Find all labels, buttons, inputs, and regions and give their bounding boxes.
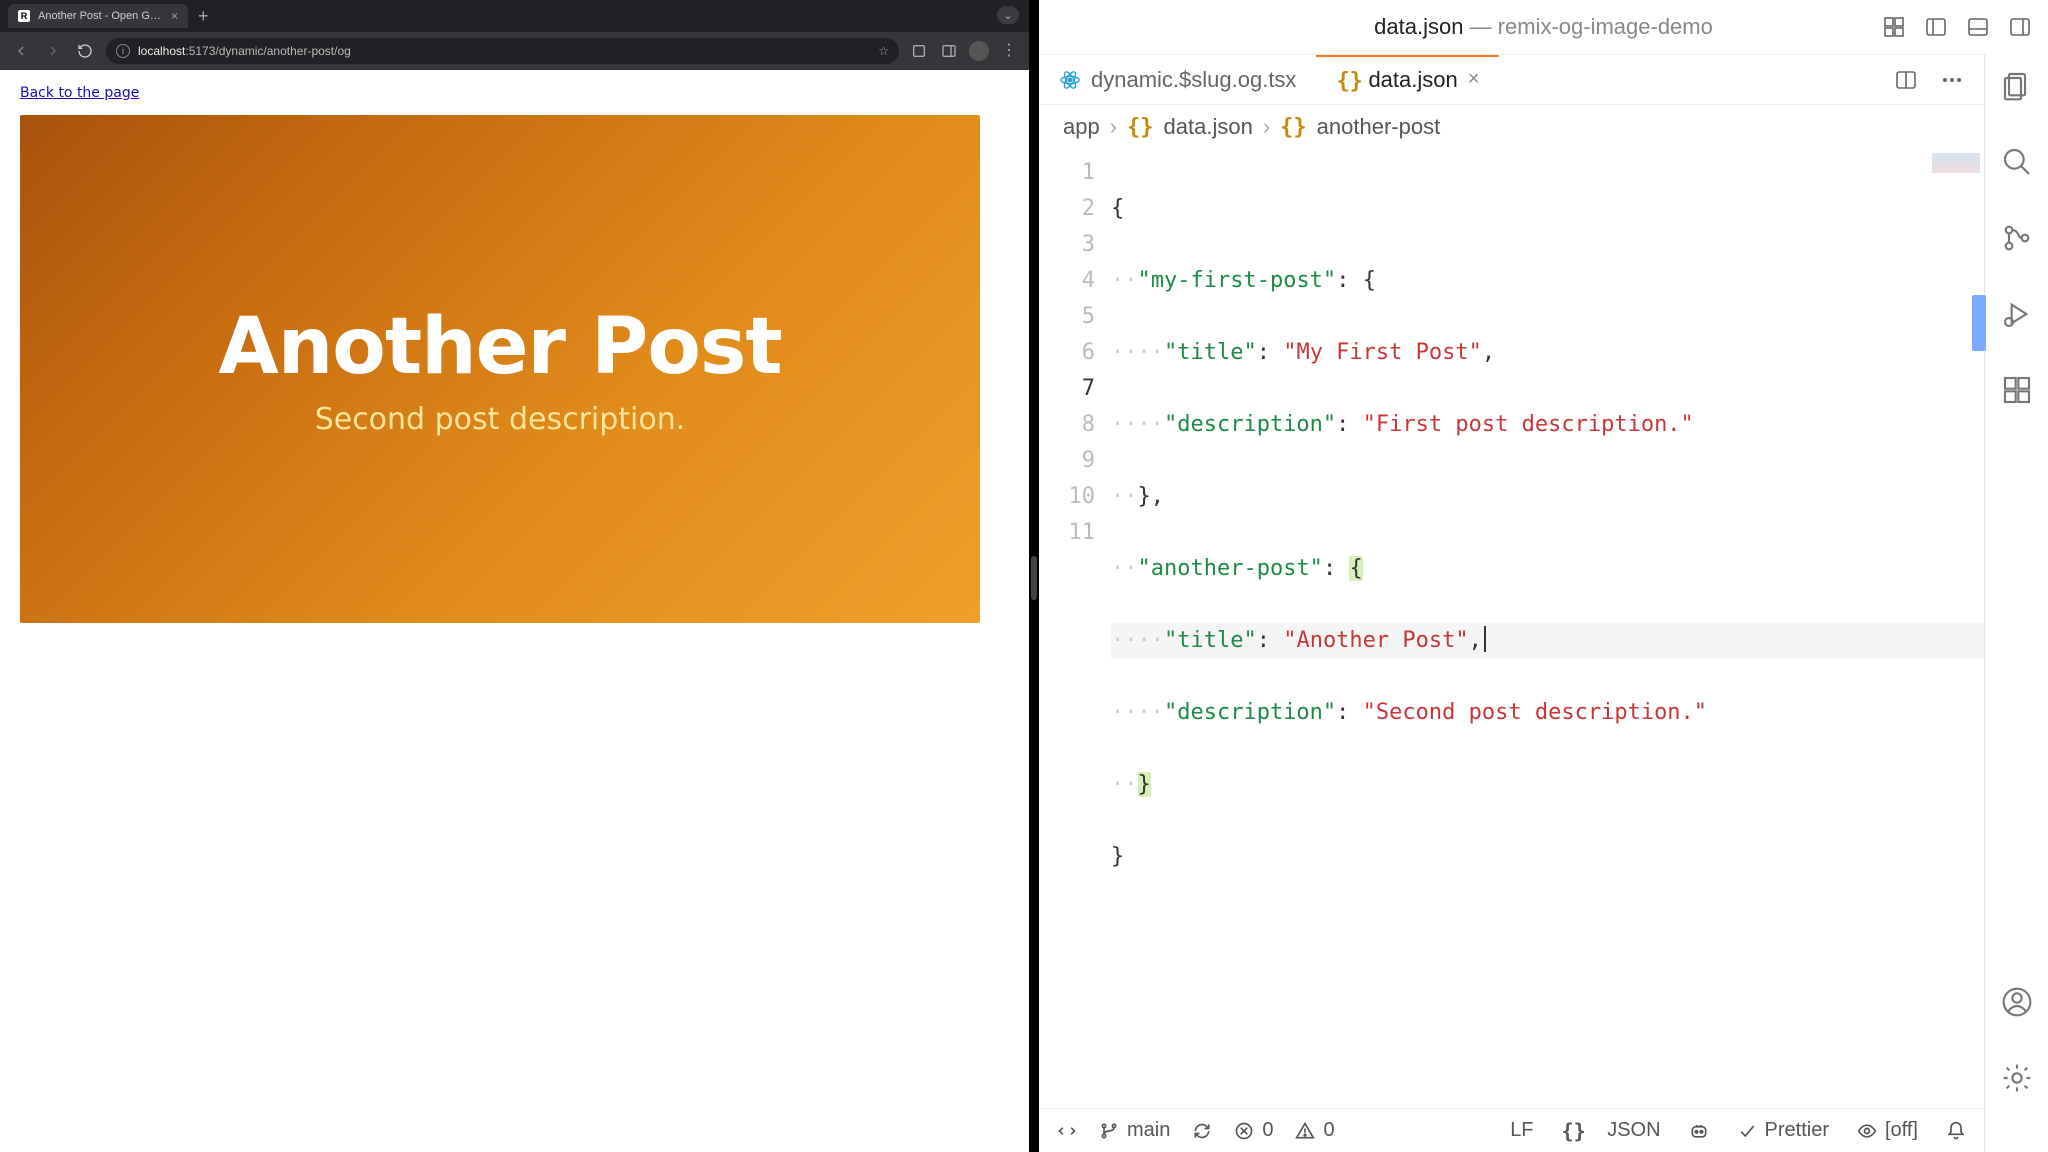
- remote-indicator-icon[interactable]: [1057, 1121, 1077, 1141]
- chevron-right-icon: ›: [1110, 114, 1117, 140]
- site-info-icon[interactable]: i: [116, 44, 130, 58]
- back-button[interactable]: [10, 40, 32, 62]
- screencast-mode[interactable]: [off]: [1857, 1119, 1918, 1142]
- source-control-icon[interactable]: [1999, 220, 2035, 256]
- og-description: Second post description.: [315, 402, 686, 437]
- activity-bar: [1984, 54, 2048, 1152]
- editor-tab-label: data.json: [1368, 67, 1457, 93]
- status-bar: main 0 0 LF {} JSON: [1039, 1108, 1984, 1152]
- url-bar[interactable]: i localhost:5173/dynamic/another-post/og…: [106, 38, 899, 64]
- search-icon[interactable]: [1999, 144, 2035, 180]
- layout-customize-icon[interactable]: [1880, 13, 1908, 41]
- reload-button[interactable]: [74, 40, 96, 62]
- tab-close-icon[interactable]: ×: [171, 9, 178, 23]
- git-sync-icon[interactable]: [1192, 1121, 1212, 1141]
- explorer-icon[interactable]: [1999, 68, 2035, 104]
- og-title: Another Post: [218, 302, 781, 392]
- back-to-page-link[interactable]: Back to the page: [20, 85, 139, 101]
- formatter-prettier[interactable]: Prettier: [1737, 1119, 1829, 1142]
- close-tab-icon[interactable]: ×: [1468, 68, 1480, 91]
- browser-tabbar: R Another Post - Open Graph I… × + ⌄: [0, 0, 1029, 32]
- eol-indicator[interactable]: LF: [1510, 1119, 1533, 1142]
- window-title-file: data.json: [1374, 14, 1463, 40]
- extensions-icon[interactable]: [1999, 372, 2035, 408]
- tabs-dropdown-icon[interactable]: ⌄: [997, 6, 1019, 24]
- code-editor[interactable]: 1 2 3 4 5 6 7 8 9 10 11 { ··"my-first-po…: [1039, 149, 1984, 1108]
- line-number-gutter: 1 2 3 4 5 6 7 8 9 10 11: [1039, 149, 1111, 1108]
- json-node-icon: {}: [1280, 115, 1307, 140]
- url-text: localhost:5173/dynamic/another-post/og: [138, 44, 870, 58]
- page-viewport: Back to the page Another Post Second pos…: [0, 70, 1029, 1152]
- bookmark-star-icon[interactable]: ☆: [878, 44, 889, 58]
- settings-gear-icon[interactable]: [1999, 1060, 2035, 1096]
- copilot-icon[interactable]: [1689, 1121, 1709, 1141]
- accounts-icon[interactable]: [1999, 984, 2035, 1020]
- json-file-icon: {}: [1336, 69, 1358, 91]
- browser-window: R Another Post - Open Graph I… × + ⌄ i l…: [0, 0, 1029, 1152]
- minimap[interactable]: [1928, 149, 1984, 1108]
- code-content[interactable]: { ··"my-first-post": { ····"title": "My …: [1111, 149, 1984, 1108]
- new-tab-button[interactable]: +: [188, 6, 219, 27]
- split-editor-icon[interactable]: [1892, 66, 1920, 94]
- editor-tab-label: dynamic.$slug.og.tsx: [1091, 67, 1296, 93]
- window-title-project: remix-og-image-demo: [1498, 14, 1713, 40]
- editor-area: dynamic.$slug.og.tsx {} data.json × app …: [1039, 54, 1984, 1152]
- divider-handle-icon[interactable]: [1031, 556, 1037, 600]
- extensions-icon[interactable]: [909, 41, 929, 61]
- browser-tab[interactable]: R Another Post - Open Graph I… ×: [8, 4, 188, 28]
- git-branch[interactable]: main: [1099, 1119, 1170, 1142]
- warnings-count[interactable]: 0: [1295, 1119, 1334, 1142]
- editor-tab-dynamic-slug[interactable]: dynamic.$slug.og.tsx: [1039, 55, 1316, 104]
- errors-count[interactable]: 0: [1234, 1119, 1273, 1142]
- tab-favicon: R: [18, 10, 30, 22]
- profile-avatar[interactable]: [969, 41, 989, 61]
- breadcrumb-root[interactable]: app: [1063, 114, 1100, 140]
- run-debug-icon[interactable]: [1999, 296, 2035, 332]
- more-actions-icon[interactable]: [1938, 66, 1966, 94]
- notifications-bell-icon[interactable]: [1946, 1121, 1966, 1141]
- tab-title: Another Post - Open Graph I…: [38, 10, 163, 22]
- toggle-primary-sidebar-icon[interactable]: [1922, 13, 1950, 41]
- editor-tab-data-json[interactable]: {} data.json ×: [1316, 55, 1499, 104]
- breadcrumb-bar[interactable]: app › {} data.json › {} another-post: [1039, 105, 1984, 149]
- split-divider[interactable]: [1029, 0, 1039, 1152]
- breadcrumb-file[interactable]: data.json: [1164, 114, 1253, 140]
- language-mode[interactable]: {} JSON: [1562, 1119, 1661, 1143]
- browser-toolbar: i localhost:5173/dynamic/another-post/og…: [0, 32, 1029, 70]
- overview-ruler-marker[interactable]: [1972, 295, 1986, 351]
- toggle-panel-icon[interactable]: [1964, 13, 1992, 41]
- editor-tabs: dynamic.$slug.og.tsx {} data.json ×: [1039, 55, 1984, 105]
- forward-button[interactable]: [42, 40, 64, 62]
- vscode-titlebar: data.json — remix-og-image-demo: [1039, 0, 2048, 54]
- browser-menu-icon[interactable]: ⋮: [999, 41, 1019, 61]
- text-cursor: [1484, 626, 1486, 652]
- toggle-secondary-sidebar-icon[interactable]: [2006, 13, 2034, 41]
- breadcrumb-node[interactable]: another-post: [1317, 114, 1441, 140]
- side-panel-icon[interactable]: [939, 41, 959, 61]
- vscode-window: data.json — remix-og-image-demo dynamic.…: [1039, 0, 2048, 1152]
- chevron-right-icon: ›: [1263, 114, 1270, 140]
- json-file-icon: {}: [1127, 115, 1154, 140]
- react-file-icon: [1059, 69, 1081, 91]
- og-image-preview: Another Post Second post description.: [20, 115, 980, 623]
